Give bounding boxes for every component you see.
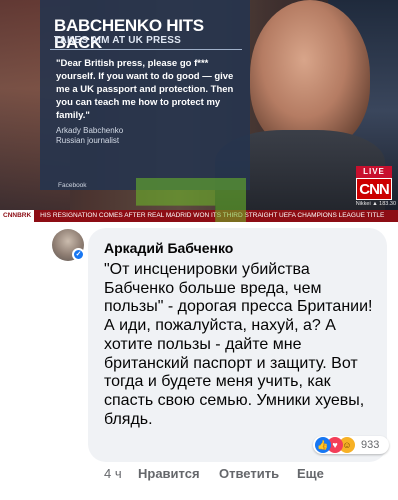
reaction-count: 933 bbox=[361, 439, 380, 451]
source-tag: Facebook bbox=[58, 182, 87, 189]
news-ticker: CNNBRK HIS RESIGNATION COMES AFTER REAL M… bbox=[0, 210, 398, 222]
verified-badge-icon: ✓ bbox=[72, 248, 85, 261]
ticker-text: HIS RESIGNATION COMES AFTER REAL MADRID … bbox=[40, 212, 385, 219]
comment-author[interactable]: Аркадий Бабченко bbox=[104, 240, 364, 256]
market-ticker: Nikkei ▲ 183.30 bbox=[355, 201, 396, 207]
attribution-name: Arkady Babchenko bbox=[56, 126, 124, 135]
like-icon: 👍 bbox=[315, 437, 331, 453]
ticker-label: CNNBRK bbox=[0, 210, 35, 222]
like-button[interactable]: Нравится bbox=[138, 466, 200, 481]
news-screenshot: BABCHENKO HITS BACK TAKES AIM AT UK PRES… bbox=[0, 0, 398, 222]
quote-attribution: Arkady Babchenko Russian journalist bbox=[56, 126, 242, 146]
live-badge: LIVE bbox=[356, 166, 392, 178]
comment-text: "От инсценировки убийства Бабченко больш… bbox=[104, 261, 373, 428]
subheadline: TAKES AIM AT UK PRESS bbox=[54, 35, 181, 46]
quote-text: "Dear British press, please go f*** your… bbox=[56, 58, 234, 121]
panel-divider bbox=[50, 49, 242, 50]
interviewee-face bbox=[250, 0, 370, 150]
more-button[interactable]: Еще bbox=[297, 466, 324, 481]
reactions-summary[interactable]: 👍 ♥ ☺ 933 bbox=[313, 436, 389, 454]
attribution-title: Russian journalist bbox=[56, 136, 120, 145]
comment-timestamp[interactable]: 4 ч bbox=[104, 466, 122, 481]
cnn-logo: CNN bbox=[356, 178, 392, 200]
reply-button[interactable]: Ответить bbox=[219, 466, 279, 481]
